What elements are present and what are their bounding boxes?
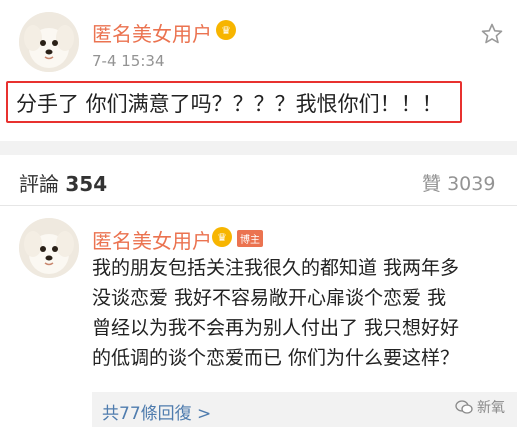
comments-header-divider — [0, 205, 517, 206]
wechat-icon — [455, 400, 473, 414]
comment-line: 的低调的谈个恋爱而已 你们为什么要这样？ — [92, 347, 460, 369]
comments-tab[interactable]: 評論 354 — [19, 168, 107, 197]
comment-line: 没谈恋爱 我好不容易敞开心扉谈个恋爱 我 — [92, 287, 447, 309]
dog-avatar-icon — [19, 218, 79, 278]
likes-count: 3039 — [447, 173, 496, 195]
vip-badge-icon: ♛ — [216, 20, 236, 40]
replies-link[interactable]: 共77條回復 > — [102, 399, 211, 424]
post-avatar[interactable] — [19, 12, 79, 72]
dog-avatar-icon — [19, 12, 79, 72]
poster-badge: 博主 — [237, 230, 263, 247]
comment-avatar[interactable] — [19, 218, 79, 278]
comment-username[interactable]: 匿名美女用户 — [92, 225, 212, 254]
post-username[interactable]: 匿名美女用户 — [92, 18, 212, 47]
likes-tab[interactable]: 贊 3039 — [422, 169, 495, 196]
watermark-text: 新氧 — [477, 400, 505, 416]
vip-badge-icon: ♛ — [212, 227, 232, 247]
watermark: 新氧 — [455, 397, 505, 417]
favorite-star-icon[interactable] — [480, 22, 504, 46]
replies-box[interactable]: 共77條回復 > — [92, 392, 517, 427]
comments-label: 評論 — [19, 172, 59, 196]
comment-text: 我的朋友包括关注我很久的都知道 我两年多 没谈恋爱 我好不容易敞开心扉谈个恋爱 … — [92, 253, 459, 373]
likes-label: 贊 — [422, 173, 442, 195]
section-divider — [0, 141, 517, 155]
comments-count: 354 — [65, 172, 108, 196]
post-text: 分手了 你们满意了吗？？？？我恨你们！！！ — [16, 92, 443, 116]
post-time: 7-4 15:34 — [92, 52, 165, 70]
comment-line: 曾经以为我不会再为别人付出了 我只想好好 — [92, 317, 460, 339]
comment-line: 我的朋友包括关注我很久的都知道 我两年多 — [92, 257, 460, 279]
